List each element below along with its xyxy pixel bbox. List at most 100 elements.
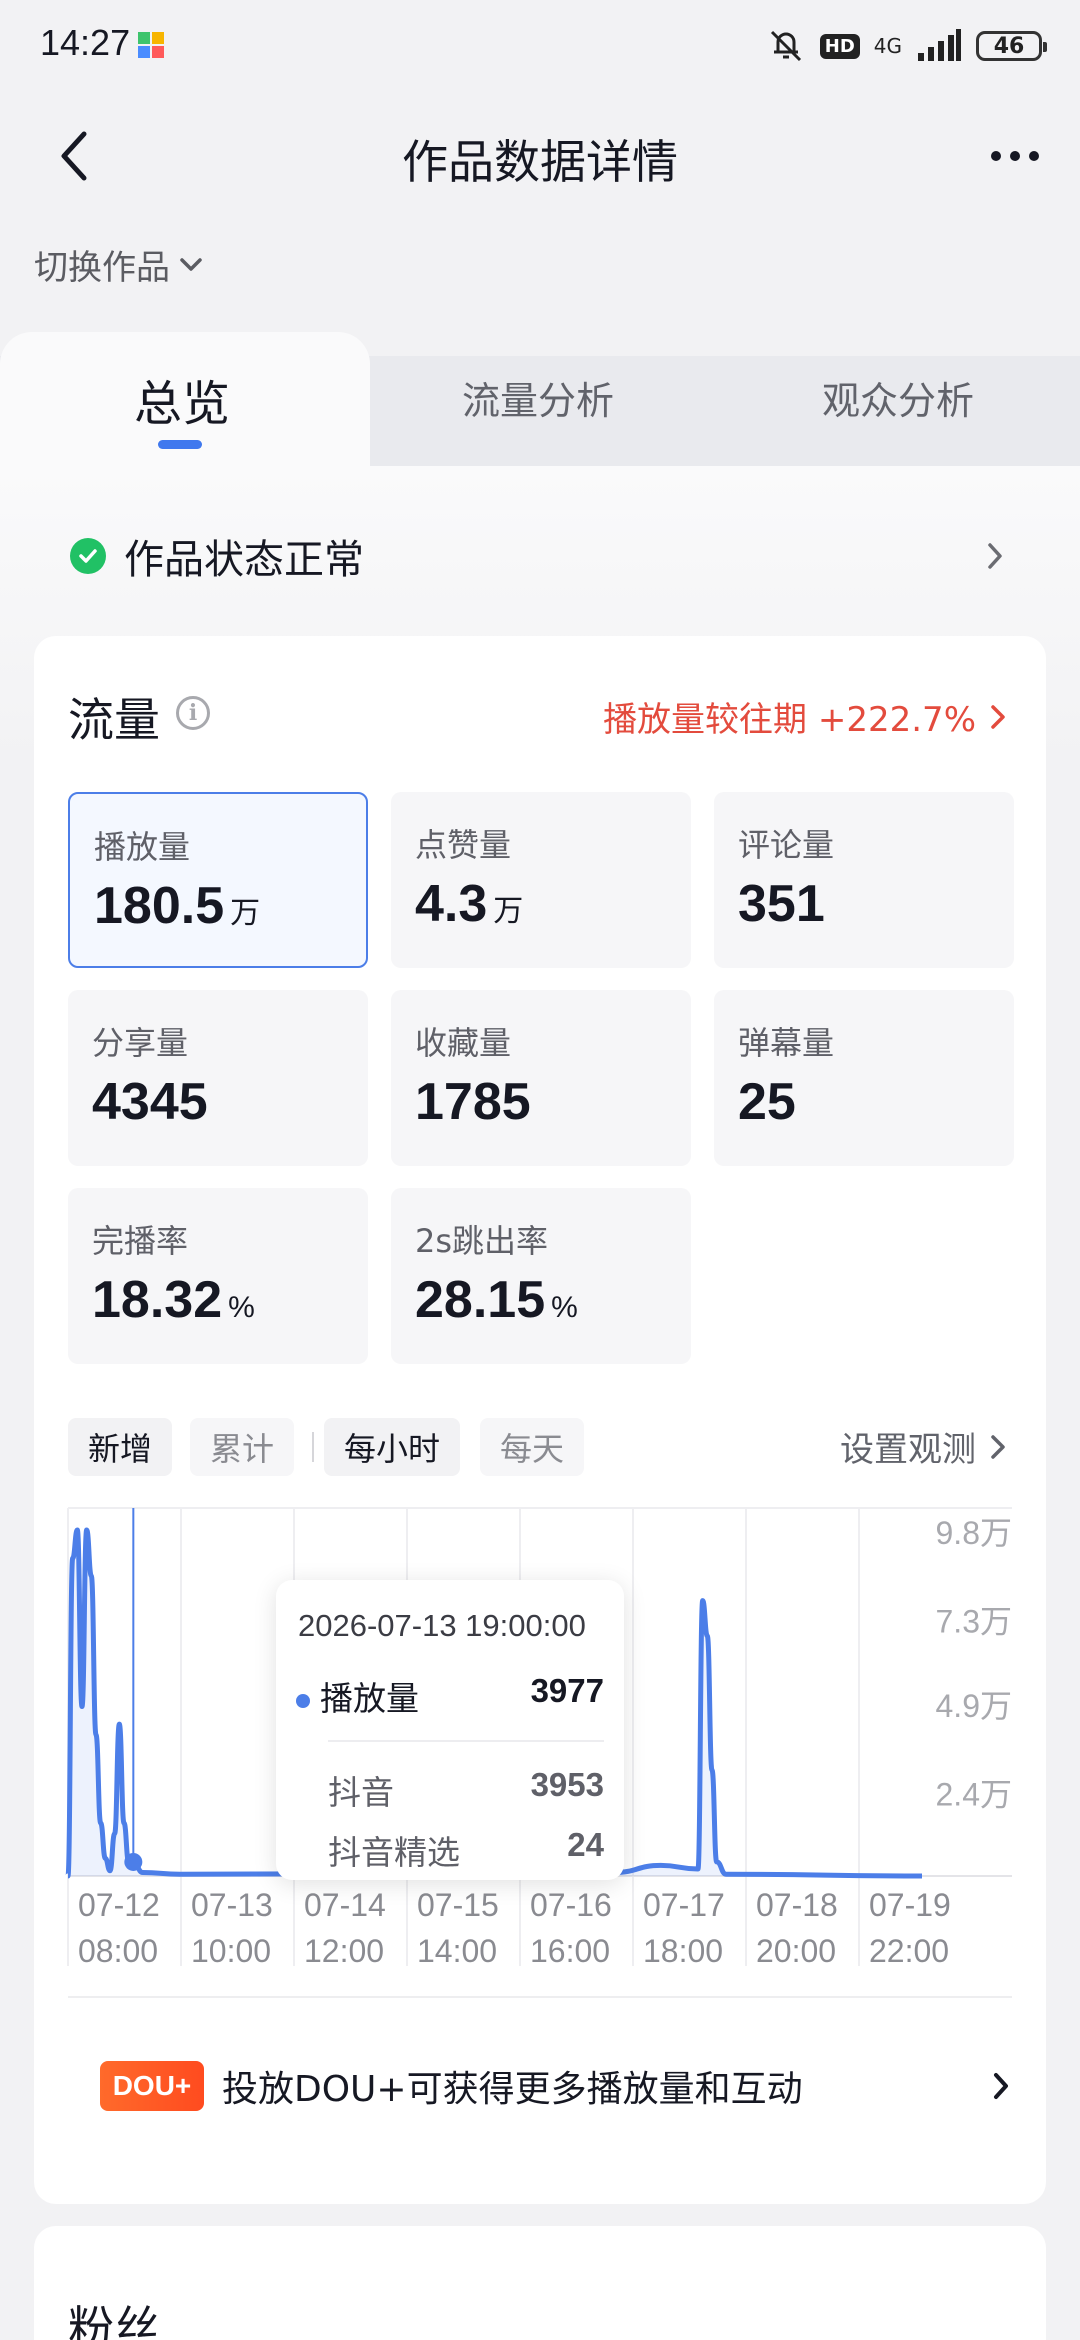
dou-plus-text: 投放DOU+可获得更多播放量和互动 (222, 2069, 803, 2110)
x-tick-time: 12:00 (304, 1933, 384, 1969)
metric-plays[interactable]: 播放量 180.5 万 (68, 792, 368, 968)
chevron-down-icon (180, 257, 202, 271)
tab-indicator (158, 440, 202, 449)
switch-work-button[interactable]: 切换作品 (34, 240, 206, 289)
x-tick-time: 18:00 (643, 1933, 723, 1969)
tooltip-row-value: 24 (567, 1826, 604, 1863)
card-divider (68, 1996, 1012, 1998)
tooltip-series-row: 播放量 3977 (296, 1672, 604, 1720)
battery-icon: 46 (976, 31, 1047, 61)
x-tick-date: 07-17 (643, 1887, 725, 1923)
x-tick-date: 07-18 (756, 1887, 838, 1923)
dou-plus-logo: DOU+ (100, 2061, 204, 2111)
work-status-text: 作品状态正常 (124, 537, 364, 583)
chevron-right-icon (994, 2073, 1008, 2099)
chip-new[interactable]: 新增 (68, 1418, 173, 1476)
traffic-card: 流量 i 播放量较往期 +222.7% 播放量 180.5 万 点赞量 4.3 万 … (34, 636, 1046, 2204)
tooltip-series-value: 3977 (530, 1672, 604, 1709)
chip-daily[interactable]: 每天 (480, 1418, 585, 1476)
x-tick-time: 08:00 (78, 1933, 158, 1969)
tooltip-divider (328, 1740, 604, 1742)
metric-label: 点赞量 (415, 826, 512, 864)
tooltip-row-value: 3953 (530, 1766, 604, 1803)
y-tick-label: 7.3万 (936, 1603, 1013, 1639)
signal-icon (918, 29, 961, 61)
status-time: 14:27 (40, 22, 131, 63)
chevron-right-icon (991, 1434, 1005, 1459)
top-nav: 作品数据详情 (0, 110, 1080, 202)
metric-favorites[interactable]: 收藏量 1785 (391, 990, 691, 1166)
battery-level: 46 (993, 33, 1025, 59)
chevron-right-icon (988, 543, 1002, 569)
tab-traffic-analysis[interactable]: 流量分析 (462, 370, 614, 425)
metric-label: 播放量 (94, 828, 191, 866)
metric-2s-bounce-rate[interactable]: 2s跳出率 28.15% (391, 1188, 691, 1364)
metric-value: 25 (738, 1073, 796, 1131)
x-tick-date: 07-19 (869, 1887, 951, 1923)
metric-label: 弹幕量 (738, 1024, 835, 1062)
metric-completion-rate[interactable]: 完播率 18.32% (68, 1188, 368, 1364)
metric-label: 收藏量 (415, 1024, 512, 1062)
metric-label: 完播率 (92, 1222, 189, 1260)
metric-value: 4.3 万 (415, 875, 524, 933)
x-tick-time: 20:00 (756, 1933, 836, 1969)
tab-overview[interactable]: 总览 (134, 364, 230, 434)
metric-danmaku[interactable]: 弹幕量 25 (714, 990, 1014, 1166)
metric-comments[interactable]: 评论量 351 (714, 792, 1014, 968)
tab-audience-analysis[interactable]: 观众分析 (822, 370, 974, 425)
metric-value: 1785 (415, 1073, 531, 1131)
chip-hourly[interactable]: 每小时 (324, 1418, 461, 1476)
tooltip-row-douyin-featured: 抖音精选 24 (328, 1826, 604, 1874)
dou-plus-promo[interactable]: DOU+ 投放DOU+可获得更多播放量和互动 (100, 2056, 1014, 2116)
page-title: 作品数据详情 (402, 135, 678, 189)
tooltip-row-douyin: 抖音 3953 (328, 1766, 604, 1814)
x-tick-time: 16:00 (530, 1933, 610, 1969)
x-tick-date: 07-15 (417, 1887, 499, 1923)
x-tick-date: 07-14 (304, 1887, 386, 1923)
status-indicators: HD 4G 46 (766, 24, 1047, 68)
metric-label: 2s跳出率 (415, 1222, 549, 1260)
y-tick-label: 9.8万 (936, 1515, 1013, 1551)
chip-divider (312, 1432, 314, 1462)
metric-shares[interactable]: 分享量 4345 (68, 990, 368, 1166)
work-status-row[interactable]: 作品状态正常 (70, 528, 1010, 584)
info-icon[interactable]: i (176, 696, 210, 730)
tooltip-row-label: 抖音精选 (328, 1833, 460, 1872)
fans-card: 粉丝 (34, 2226, 1046, 2340)
setup-observation-link[interactable]: 设置观测 (840, 1422, 1010, 1471)
x-tick-time: 14:00 (417, 1933, 497, 1969)
hd-badge: HD (819, 33, 860, 59)
setup-observation-text: 设置观测 (840, 1430, 976, 1470)
metric-value: 4345 (92, 1073, 208, 1131)
play-compare-link[interactable]: 播放量较往期 +222.7% (603, 692, 1010, 741)
chip-cumulative[interactable]: 累计 (190, 1418, 295, 1476)
hover-point (124, 1852, 143, 1871)
x-tick-time: 10:00 (191, 1933, 271, 1969)
play-compare-text: 播放量较往期 +222.7% (603, 700, 976, 740)
check-circle-icon (70, 538, 106, 574)
y-tick-label: 2.4万 (936, 1776, 1013, 1812)
status-bar: 14:27 HD 4G 46 (0, 0, 1080, 92)
chevron-right-icon (991, 704, 1005, 729)
x-tick-date: 07-13 (191, 1887, 273, 1923)
metric-value: 180.5 万 (94, 877, 261, 935)
metric-label: 分享量 (92, 1024, 189, 1062)
fans-title: 粉丝 (68, 2301, 160, 2340)
chart-tooltip: 2026-07-13 19:00:00 播放量 3977 抖音 3953 抖音精… (276, 1580, 624, 1880)
mute-icon (770, 30, 801, 62)
traffic-title: 流量 (68, 693, 160, 747)
metric-likes[interactable]: 点赞量 4.3 万 (391, 792, 691, 968)
series-dot (296, 1693, 310, 1708)
network-type: 4G (873, 34, 902, 58)
switch-work-label: 切换作品 (34, 248, 170, 288)
tooltip-time: 2026-07-13 19:00:00 (298, 1608, 586, 1643)
tooltip-series-label: 播放量 (320, 1679, 419, 1718)
app-notification-icon (138, 32, 164, 58)
y-tick-label: 4.9万 (936, 1688, 1013, 1724)
metric-value: 18.32% (92, 1271, 255, 1329)
x-tick-date: 07-12 (78, 1887, 160, 1923)
x-tick-time: 22:00 (869, 1933, 949, 1969)
more-options-icon[interactable] (980, 132, 1050, 180)
metric-label: 评论量 (738, 826, 835, 864)
tooltip-row-label: 抖音 (328, 1773, 394, 1812)
